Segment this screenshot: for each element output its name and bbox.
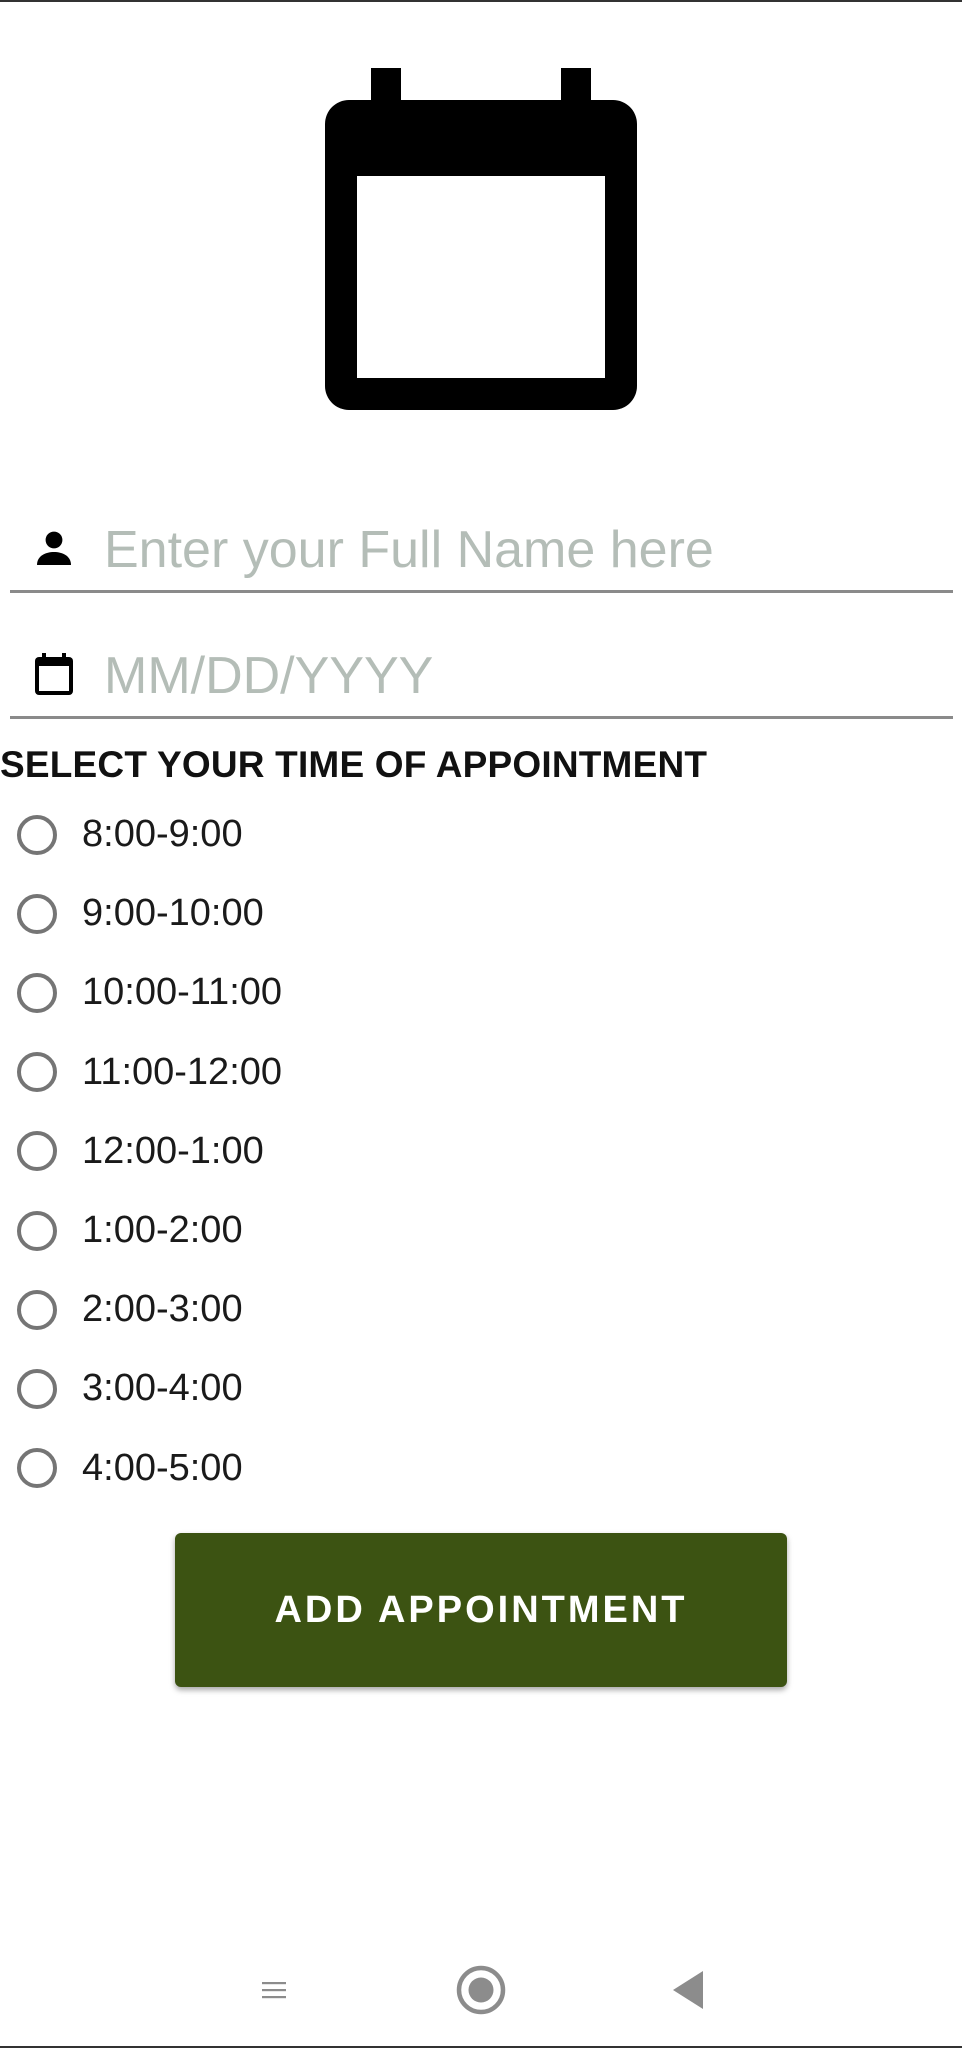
calendar-icon[interactable]	[30, 650, 78, 698]
date-field	[10, 636, 953, 719]
full-name-input[interactable]	[104, 510, 944, 590]
time-slot-option[interactable]: 11:00-12:00	[0, 1033, 600, 1112]
radio-button[interactable]	[17, 1131, 57, 1172]
time-slot-label: 9:00-10:00	[82, 892, 264, 935]
time-section-title: SELECT YOUR TIME OF APPOINTMENT	[0, 744, 708, 785]
radio-button[interactable]	[17, 972, 57, 1013]
time-slot-option[interactable]: 1:00-2:00	[0, 1191, 600, 1270]
time-slot-label: 12:00-1:00	[82, 1129, 264, 1172]
time-slot-radio-group: 8:00-9:00 9:00-10:00 10:00-11:00 11:00-1…	[0, 795, 600, 1508]
menu-icon	[262, 1982, 286, 1999]
time-slot-label: 2:00-3:00	[82, 1288, 243, 1331]
home-button[interactable]	[446, 1955, 516, 2025]
add-appointment-button[interactable]: ADD APPOINTMENT	[175, 1533, 787, 1687]
person-icon	[37, 531, 71, 565]
menu-button[interactable]	[239, 1955, 309, 2025]
radio-button[interactable]	[17, 1052, 57, 1093]
back-button[interactable]	[653, 1955, 723, 2025]
time-slot-option[interactable]: 12:00-1:00	[0, 1112, 600, 1191]
time-slot-option[interactable]: 4:00-5:00	[0, 1429, 600, 1508]
back-icon	[673, 1971, 703, 2009]
time-slot-option[interactable]: 3:00-4:00	[0, 1349, 600, 1428]
radio-button[interactable]	[17, 1289, 57, 1330]
time-slot-option[interactable]: 2:00-3:00	[0, 1270, 600, 1349]
full-name-field	[10, 510, 953, 593]
radio-button[interactable]	[17, 814, 57, 855]
time-slot-label: 8:00-9:00	[82, 813, 243, 856]
date-input[interactable]	[104, 636, 944, 716]
time-slot-label: 3:00-4:00	[82, 1367, 243, 1410]
time-slot-label: 4:00-5:00	[82, 1446, 243, 1489]
radio-button[interactable]	[17, 1368, 57, 1409]
home-icon	[456, 1965, 506, 2015]
top-border	[0, 0, 962, 2]
radio-button[interactable]	[17, 893, 57, 934]
radio-button[interactable]	[17, 1448, 57, 1489]
time-slot-label: 11:00-12:00	[82, 1050, 283, 1093]
time-slot-option[interactable]: 10:00-11:00	[0, 953, 600, 1032]
radio-button[interactable]	[17, 1210, 57, 1251]
system-navigation-bar	[0, 1940, 962, 2040]
time-slot-option[interactable]: 9:00-10:00	[0, 874, 600, 953]
time-slot-label: 10:00-11:00	[82, 971, 283, 1014]
time-slot-label: 1:00-2:00	[82, 1209, 243, 1252]
time-slot-option[interactable]: 8:00-9:00	[0, 795, 600, 874]
calendar-icon	[325, 68, 637, 410]
